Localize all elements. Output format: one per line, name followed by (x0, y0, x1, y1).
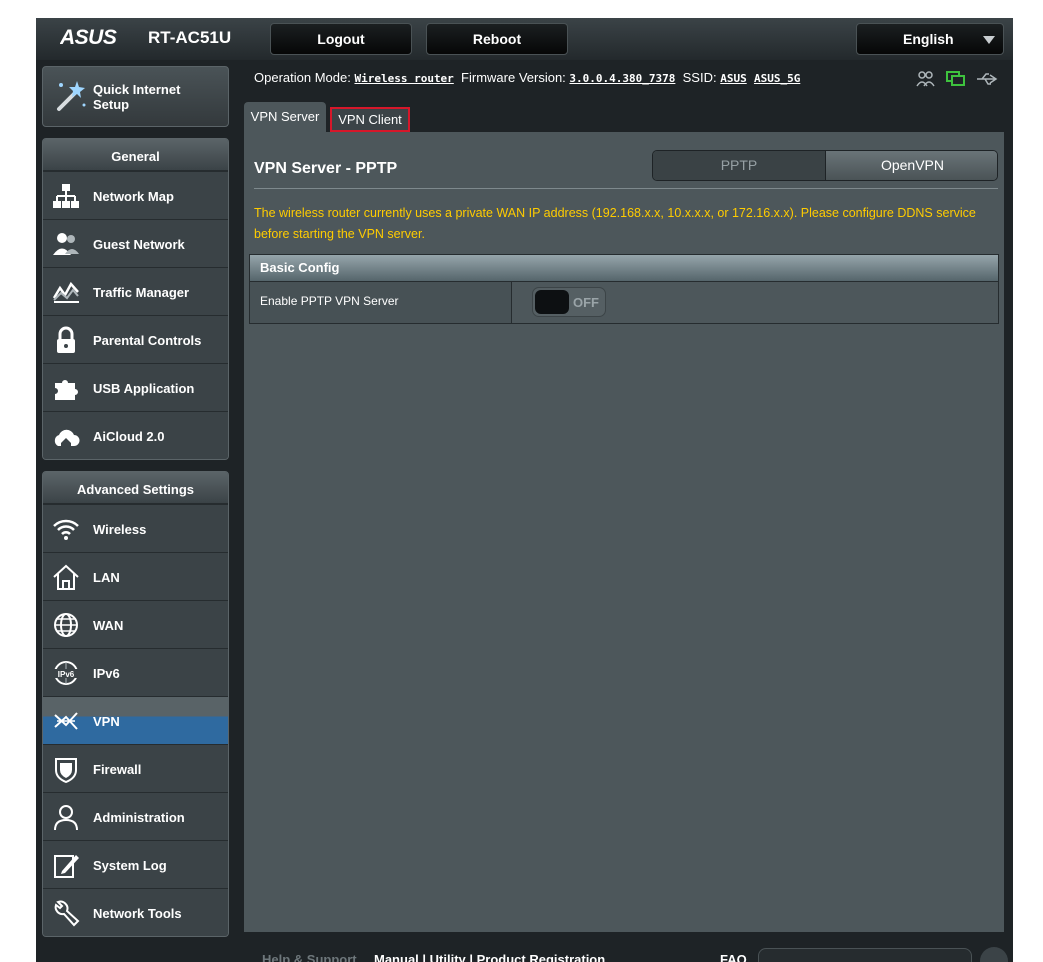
guest-users-icon (53, 233, 79, 255)
sidebar-item-label: LAN (93, 570, 120, 585)
puzzle-icon (55, 380, 78, 400)
router-model: RT-AC51U (148, 28, 232, 47)
language-value: English (903, 31, 954, 47)
clients-icon[interactable] (916, 70, 936, 88)
status-icons (916, 70, 1000, 90)
sidebar-item-wireless[interactable]: Wireless (43, 504, 228, 552)
sidebar-item-label: Network Map (93, 189, 174, 204)
wrench-icon (54, 900, 80, 927)
general-title: General (43, 139, 228, 171)
sidebar-item-aicloud[interactable]: AiCloud 2.0 (43, 411, 228, 459)
sidebar-item-network-map[interactable]: Network Map (43, 171, 228, 219)
logout-button[interactable]: Logout (270, 23, 412, 55)
status-bar: Operation Mode: Wireless router Firmware… (254, 70, 800, 90)
sidebar-item-label: Network Tools (93, 906, 182, 921)
sidebar-item-label: Wireless (93, 522, 147, 537)
log-edit-icon (54, 855, 79, 878)
cloud-home-icon (54, 429, 80, 446)
sidebar-item-traffic-manager[interactable]: Traffic Manager (43, 267, 228, 315)
firmware-version-link[interactable]: 3.0.0.4.380_7378 (569, 72, 675, 85)
sidebar-item-network-tools[interactable]: Network Tools (43, 888, 228, 936)
divider (254, 188, 998, 189)
enable-pptp-toggle[interactable]: OFF (532, 287, 606, 317)
home-icon (53, 564, 79, 590)
usb-icon[interactable] (976, 72, 998, 86)
vpn-type-switch: PPTP OpenVPN (652, 150, 998, 181)
faq-label: FAQ (720, 952, 747, 962)
sidebar-item-label: Firewall (93, 762, 142, 777)
internet-status-icon[interactable] (946, 70, 966, 88)
ssid-link-2[interactable]: ASUS_5G (754, 72, 800, 85)
basic-config-header: Basic Config (250, 255, 998, 281)
operation-mode-link[interactable]: Wireless router (354, 72, 453, 85)
faq-search-input[interactable] (758, 948, 972, 962)
advanced-settings-panel: Advanced Settings Wireless LAN WAN IPv6 … (42, 471, 229, 937)
sidebar-item-guest-network[interactable]: Guest Network (43, 219, 228, 267)
footer: Help & Support Manual | Utility | Produc… (244, 944, 1008, 962)
sidebar-item-system-log[interactable]: System Log (43, 840, 228, 888)
ipv6-globe-icon: IPv6 (54, 661, 78, 685)
quick-setup-label: Quick Internet Setup (93, 82, 181, 112)
admin-user-icon (54, 805, 78, 831)
search-icon[interactable] (980, 947, 1008, 962)
top-header: ASUS RT-AC51U Logout Reboot English (36, 18, 1013, 60)
globe-icon (54, 613, 78, 637)
sidebar-item-label: IPv6 (93, 666, 120, 681)
vpn-server-content: VPN Server - PPTP PPTP OpenVPN The wirel… (244, 132, 1004, 932)
tab-vpn-server[interactable]: VPN Server (244, 102, 326, 132)
router-admin-window: ASUS RT-AC51U Logout Reboot English Quic… (36, 18, 1013, 962)
ssid-label: SSID: (682, 70, 717, 85)
ssid-link-1[interactable]: ASUS (720, 72, 747, 85)
advanced-title: Advanced Settings (43, 472, 228, 504)
page-title: VPN Server - PPTP (254, 160, 398, 177)
openvpn-option[interactable]: OpenVPN (825, 151, 997, 180)
sidebar-item-label: AiCloud 2.0 (93, 429, 165, 444)
language-select[interactable]: English (856, 23, 1004, 55)
chevron-down-icon (983, 36, 995, 44)
help-support-label: Help & Support (262, 952, 357, 962)
traffic-chart-icon (52, 281, 79, 303)
vpn-icon (54, 712, 78, 730)
sidebar-item-usb-application[interactable]: USB Application (43, 363, 228, 411)
lock-icon (57, 326, 75, 353)
sidebar-item-ipv6[interactable]: IPv6 IPv6 (43, 648, 228, 696)
sidebar-item-label: Traffic Manager (93, 285, 190, 300)
sidebar-item-lan[interactable]: LAN (43, 552, 228, 600)
reboot-button[interactable]: Reboot (426, 23, 568, 55)
sidebar-item-label: Administration (93, 810, 185, 825)
magic-wand-icon (57, 81, 86, 111)
sidebar-item-label: USB Application (93, 381, 195, 396)
sidebar-item-label: Parental Controls (93, 333, 202, 348)
basic-config-table: Basic Config Enable PPTP VPN Server OFF (249, 254, 999, 324)
enable-pptp-label: Enable PPTP VPN Server (250, 282, 512, 323)
sidebar-item-administration[interactable]: Administration (43, 792, 228, 840)
tab-vpn-client[interactable]: VPN Client (330, 107, 410, 132)
toggle-state: OFF (573, 295, 599, 310)
sidebar-item-parental-controls[interactable]: Parental Controls (43, 315, 228, 363)
sidebar-item-label: System Log (93, 858, 167, 873)
sidebar-item-vpn[interactable]: VPN (43, 696, 228, 744)
table-row: Enable PPTP VPN Server OFF (250, 281, 998, 323)
wifi-icon (53, 519, 79, 540)
footer-links[interactable]: Manual | Utility | Product Registration (374, 952, 605, 962)
sidebar-item-label: WAN (93, 618, 124, 633)
asus-logo: ASUS (60, 27, 117, 47)
pptp-option[interactable]: PPTP (653, 151, 825, 180)
firmware-label: Firmware Version: (461, 70, 566, 85)
sidebar-item-label: Guest Network (93, 237, 185, 252)
quick-internet-setup-button[interactable]: Quick Internet Setup (42, 66, 229, 127)
svg-text:ASUS: ASUS (60, 27, 117, 47)
sidebar-item-firewall[interactable]: Firewall (43, 744, 228, 792)
svg-text:IPv6: IPv6 (58, 670, 75, 679)
ddns-notice: The wireless router currently uses a pri… (254, 206, 976, 241)
network-map-icon (53, 184, 79, 208)
sidebar-item-label: VPN (93, 714, 120, 729)
operation-mode-label: Operation Mode: (254, 70, 351, 85)
shield-icon (55, 758, 77, 783)
general-menu-panel: General Network Map Guest Network Traffi… (42, 138, 229, 460)
sidebar-item-wan[interactable]: WAN (43, 600, 228, 648)
toggle-knob (535, 290, 569, 314)
